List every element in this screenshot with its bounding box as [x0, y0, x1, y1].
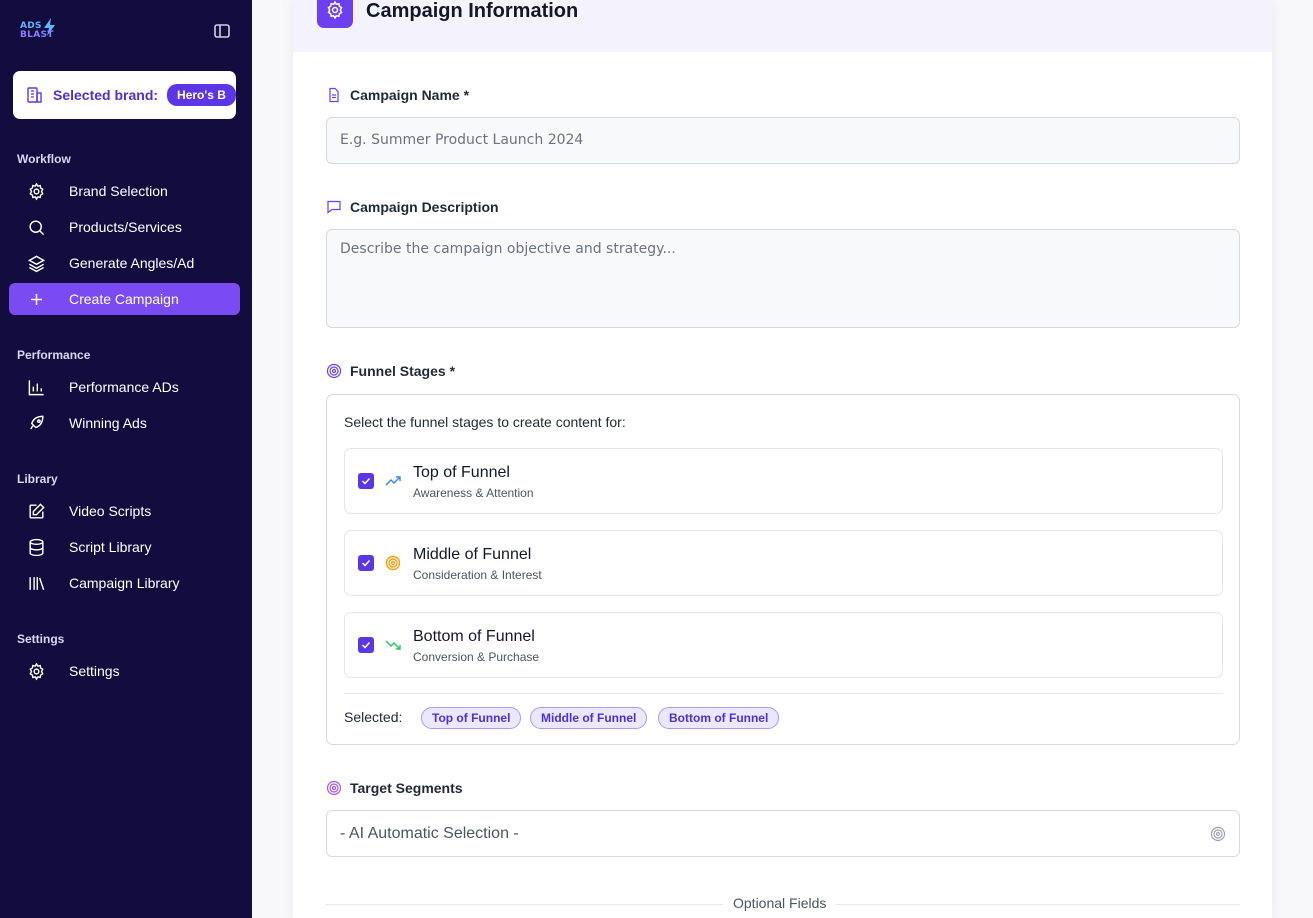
- target-icon: [326, 363, 342, 379]
- rocket-icon: [30, 415, 44, 430]
- logo-text-line2: BLAST: [20, 30, 54, 40]
- sidebar-item-brand-selection[interactable]: Brand Selection: [9, 175, 240, 207]
- library-icon: [29, 577, 45, 591]
- layers-icon: [27, 255, 46, 273]
- campaign-form-card: Campaign Information Campaign Name * E.g…: [293, 0, 1272, 918]
- sidebar-item-performance-ads[interactable]: Performance ADs: [9, 371, 240, 403]
- search-icon: [29, 220, 45, 236]
- target-segments-label: Target Segments: [326, 780, 463, 796]
- card-header: Campaign Information: [293, 0, 1272, 52]
- stage-title: Middle of Funnel: [413, 546, 532, 563]
- stage-title: Bottom of Funnel: [413, 628, 535, 645]
- stage-subtitle: Awareness & Attention: [413, 486, 534, 500]
- sidebar-item-campaign-library[interactable]: Campaign Library: [9, 567, 240, 599]
- funnel-stages-label: Funnel Stages *: [326, 363, 455, 379]
- funnel-hint: Select the funnel stages to create conte…: [344, 414, 626, 430]
- target-icon: [1210, 826, 1226, 842]
- sidebar-item-script-library[interactable]: Script Library: [9, 531, 240, 563]
- section-label-library: Library: [17, 472, 58, 486]
- sidebar-item-generate-angles[interactable]: Generate Angles/Ad: [9, 247, 240, 279]
- stage-bottom-of-funnel[interactable]: Bottom of Funnel Conversion & Purchase: [344, 612, 1223, 678]
- page-title: Campaign Information: [366, 0, 579, 22]
- stage-title: Top of Funnel: [413, 464, 510, 481]
- selected-chip-middle: Middle of Funnel: [530, 707, 648, 729]
- edit-icon: [29, 503, 45, 519]
- plus-icon: [30, 293, 43, 306]
- stage-subtitle: Consideration & Interest: [413, 568, 542, 582]
- sidebar-item-label: Brand Selection: [69, 183, 168, 199]
- database-icon: [29, 538, 44, 557]
- sidebar-item-label: Generate Angles/Ad: [69, 255, 195, 271]
- campaign-name-label-text: Campaign Name *: [350, 87, 470, 103]
- main-content: Campaign Information Campaign Name * E.g…: [252, 0, 1313, 918]
- target-segments-select[interactable]: - AI Automatic Selection -: [326, 810, 1240, 857]
- sidebar-item-label: Create Campaign: [69, 291, 179, 307]
- sidebar-item-create-campaign[interactable]: Create Campaign: [9, 283, 240, 315]
- target-icon: [326, 780, 342, 796]
- sidebar-item-label: Campaign Library: [69, 575, 180, 591]
- selected-chip-bottom: Bottom of Funnel: [658, 707, 780, 729]
- sidebar-item-products-services[interactable]: Products/Services: [9, 211, 240, 243]
- bar-chart-icon: [28, 380, 44, 396]
- settings-icon: [317, 0, 353, 28]
- section-label-performance: Performance: [17, 348, 91, 362]
- building-icon: [27, 87, 42, 103]
- trending-down-icon: [385, 640, 401, 650]
- target-segments-value: - AI Automatic Selection -: [340, 825, 519, 842]
- sidebar: ADS BLAST Selected brand: Hero's B Workf…: [0, 0, 252, 918]
- selected-stages-label: Selected:: [344, 709, 403, 725]
- target-segments-label-text: Target Segments: [350, 780, 463, 796]
- stage-checkbox[interactable]: [358, 473, 374, 489]
- selected-brand-badge: Hero's B: [167, 84, 236, 106]
- stage-subtitle: Conversion & Purchase: [413, 650, 540, 664]
- gear-icon: [29, 182, 44, 201]
- target-icon: [385, 555, 401, 571]
- selected-brand-card[interactable]: Selected brand: Hero's B: [13, 71, 236, 119]
- sidebar-item-label: Performance ADs: [69, 379, 179, 395]
- section-label-workflow: Workflow: [17, 152, 71, 166]
- app-logo[interactable]: ADS BLAST: [20, 18, 60, 44]
- selected-chip-top: Top of Funnel: [421, 707, 522, 729]
- message-icon: [327, 200, 341, 214]
- funnel-stages-label-text: Funnel Stages *: [350, 363, 456, 379]
- section-label-settings: Settings: [17, 632, 65, 646]
- divider: [344, 693, 1223, 694]
- sidebar-item-label: Settings: [69, 663, 120, 679]
- selected-brand-label: Selected brand:: [53, 87, 159, 103]
- campaign-description-textarea[interactable]: Describe the campaign objective and stra…: [326, 229, 1240, 328]
- stage-checkbox[interactable]: [358, 637, 374, 653]
- campaign-description-label-text: Campaign Description: [350, 199, 499, 215]
- sidebar-item-label: Video Scripts: [69, 503, 152, 519]
- sidebar-item-video-scripts[interactable]: Video Scripts: [9, 495, 240, 527]
- sidebar-item-winning-ads[interactable]: Winning Ads: [9, 407, 240, 439]
- funnel-stages-panel: Select the funnel stages to create conte…: [326, 394, 1240, 745]
- sidebar-item-settings[interactable]: Settings: [9, 655, 240, 687]
- trending-up-icon: [385, 476, 401, 486]
- stage-middle-of-funnel[interactable]: Middle of Funnel Consideration & Interes…: [344, 530, 1223, 596]
- stage-checkbox[interactable]: [358, 555, 374, 571]
- sidebar-item-label: Products/Services: [69, 219, 182, 235]
- campaign-name-input[interactable]: E.g. Summer Product Launch 2024: [326, 117, 1240, 164]
- sidebar-item-label: Script Library: [69, 539, 152, 555]
- sidebar-toggle-icon[interactable]: [213, 22, 231, 40]
- stage-top-of-funnel[interactable]: Top of Funnel Awareness & Attention: [344, 448, 1223, 514]
- document-icon: [329, 87, 339, 103]
- sidebar-item-label: Winning Ads: [69, 415, 147, 431]
- gear-icon: [29, 662, 44, 681]
- optional-fields-toggle[interactable]: Optional Fields: [723, 895, 837, 911]
- campaign-name-label: Campaign Name *: [326, 87, 469, 103]
- campaign-description-label: Campaign Description: [326, 199, 499, 215]
